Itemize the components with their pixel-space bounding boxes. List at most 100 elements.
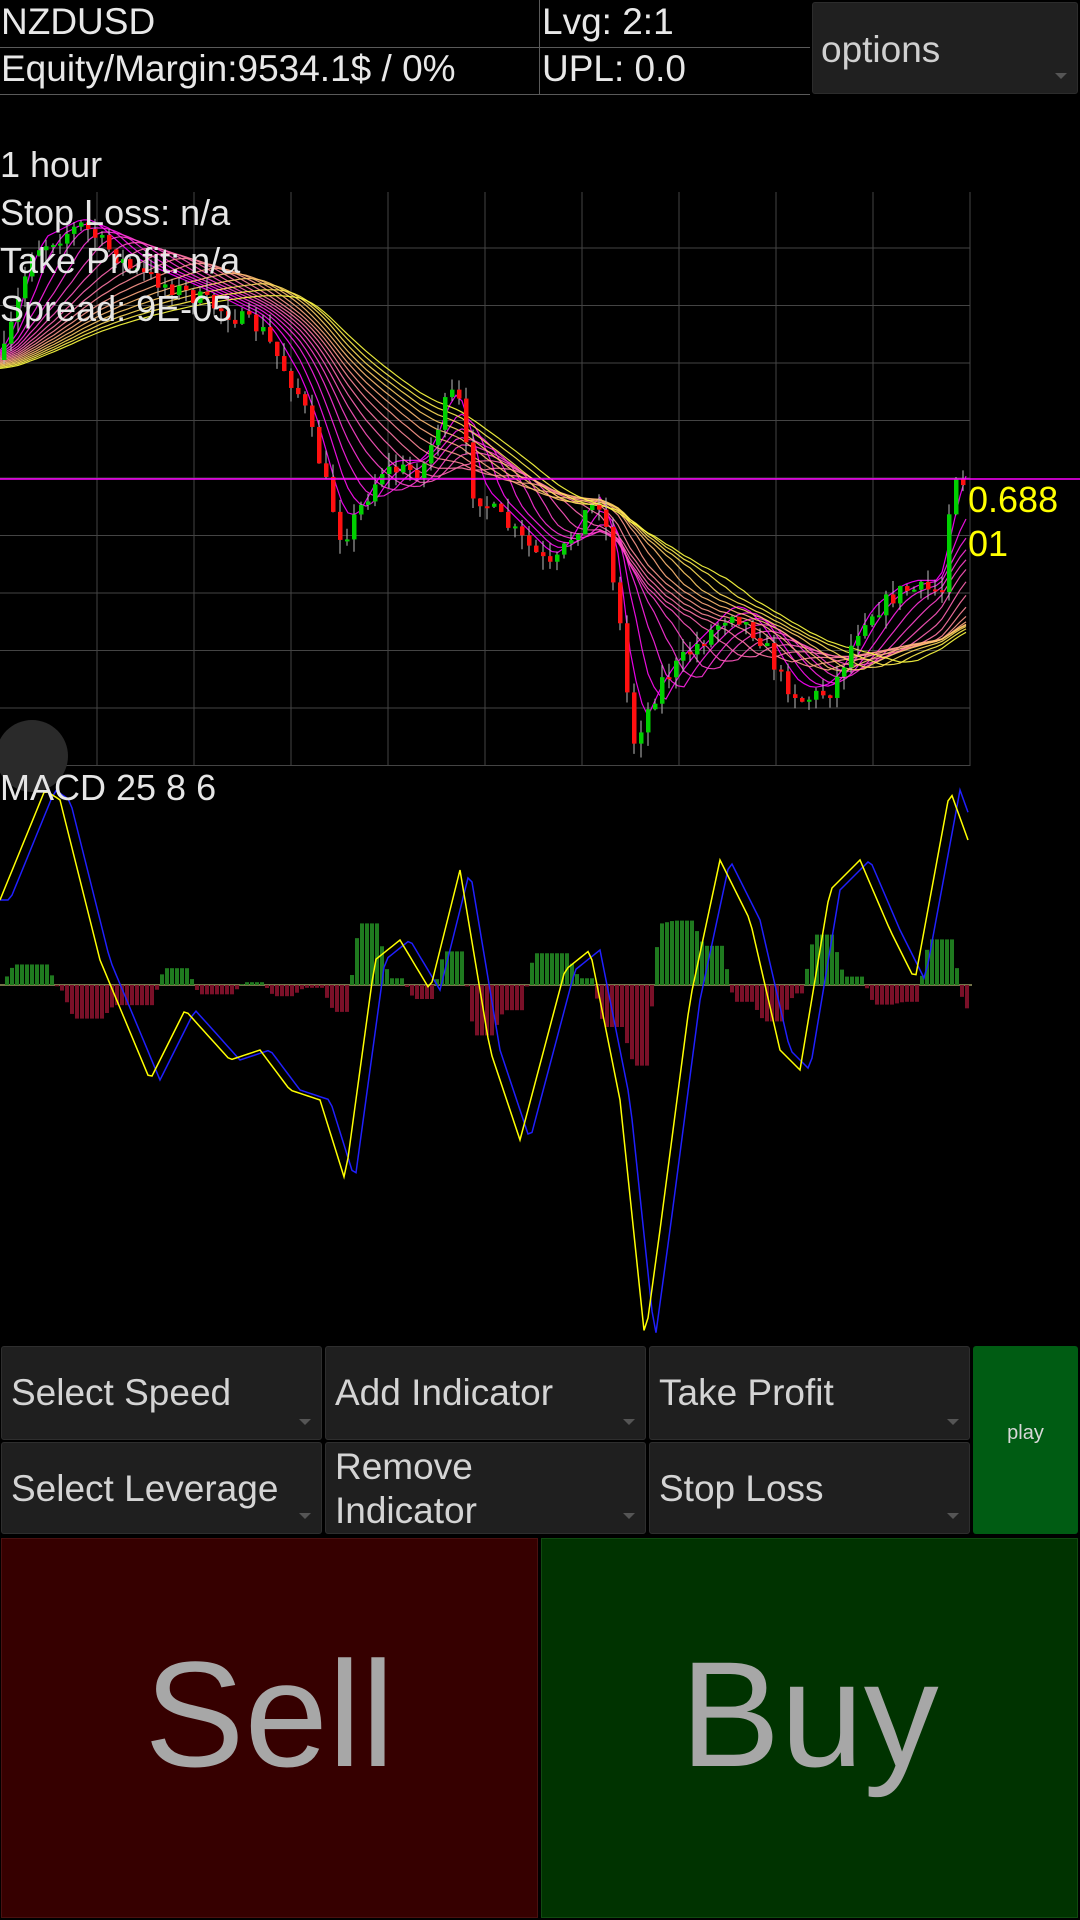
macd-histogram-bar — [70, 985, 74, 1014]
macd-histogram-bar — [235, 985, 239, 990]
candle-body — [345, 539, 350, 542]
candle-body — [100, 235, 105, 238]
candle-body — [786, 671, 791, 695]
macd-histogram-bar — [640, 985, 644, 1066]
candle-body — [912, 589, 917, 592]
candle-body — [940, 590, 945, 593]
macd-histogram-bar — [535, 953, 539, 985]
candle-body — [639, 732, 644, 744]
macd-histogram-bar — [735, 985, 739, 1002]
macd-histogram-bar — [505, 985, 509, 1011]
macd-line — [0, 791, 969, 1331]
macd-histogram-bar — [350, 975, 354, 985]
candle-body — [856, 635, 861, 646]
candle-body — [303, 394, 308, 406]
macd-histogram-bar — [525, 985, 529, 987]
chevron-down-icon — [299, 1419, 311, 1425]
candle-body — [898, 586, 903, 604]
macd-histogram-bar — [55, 985, 59, 987]
macd-histogram-bar — [805, 968, 809, 985]
macd-histogram-bar — [430, 985, 434, 999]
candle-body — [464, 398, 469, 443]
ma-ribbon-line — [0, 289, 967, 666]
select-speed-label: Select Speed — [11, 1372, 232, 1413]
macd-histogram-bar — [10, 967, 14, 985]
macd-histogram-bar — [650, 985, 654, 1007]
select-leverage-dropdown[interactable]: Select Leverage — [1, 1442, 322, 1534]
macd-histogram-bar — [945, 939, 949, 985]
macd-histogram-bar — [915, 985, 919, 1002]
candle-body — [499, 503, 504, 512]
macd-histogram-bar — [950, 939, 954, 985]
candle-body — [331, 476, 336, 512]
stop-loss-dropdown[interactable]: Stop Loss — [649, 1442, 970, 1534]
candle-body — [541, 552, 546, 557]
candle-body — [744, 622, 749, 625]
candle-body — [492, 503, 497, 507]
macd-histogram-bar — [35, 964, 39, 985]
stop-loss-label: Stop Loss — [659, 1468, 824, 1509]
macd-histogram-bar — [895, 985, 899, 1004]
candle-body — [387, 466, 392, 475]
macd-histogram-bar — [465, 985, 469, 987]
candle-body — [807, 699, 812, 702]
macd-histogram-bar — [855, 976, 859, 985]
candle-body — [919, 581, 924, 590]
buy-button[interactable]: Buy — [541, 1538, 1078, 1918]
candle-body — [520, 526, 525, 536]
candle-body — [695, 643, 700, 655]
candle-body — [590, 505, 595, 511]
macd-signal-line — [0, 787, 969, 1333]
spread-info: Spread: 9E-05 — [0, 288, 233, 329]
macd-histogram-bar — [575, 974, 579, 985]
candle-body — [961, 479, 966, 486]
candle-body — [450, 389, 455, 398]
macd-histogram-bar — [175, 968, 179, 985]
macd-histogram-bar — [795, 985, 799, 994]
candle-body — [653, 703, 658, 710]
macd-histogram-bar — [130, 985, 134, 1006]
macd-histogram-bar — [15, 964, 19, 985]
macd-histogram-bar — [590, 978, 594, 985]
play-button[interactable]: play — [973, 1346, 1078, 1534]
macd-histogram-bar — [390, 978, 394, 985]
candle-body — [625, 623, 630, 693]
candle-body — [268, 327, 273, 342]
sell-button[interactable]: Sell — [1, 1538, 538, 1918]
macd-histogram-bar — [900, 985, 904, 1003]
macd-histogram-bar — [25, 964, 29, 985]
macd-histogram-bar — [185, 968, 189, 985]
add-indicator-dropdown[interactable]: Add Indicator — [325, 1346, 646, 1440]
macd-histogram-bar — [340, 985, 344, 1012]
macd-histogram-bar — [250, 982, 254, 985]
macd-histogram-bar — [50, 975, 54, 985]
candle-body — [597, 505, 602, 510]
macd-histogram-bar — [305, 985, 309, 988]
macd-histogram-bar — [910, 985, 914, 1002]
macd-histogram-bar — [680, 920, 684, 985]
candle-body — [247, 311, 252, 315]
macd-histogram-bar — [885, 985, 889, 1005]
remove-indicator-dropdown[interactable]: Remove Indicator — [325, 1442, 646, 1534]
macd-histogram-bar — [580, 978, 584, 985]
macd-histogram-bar — [835, 952, 839, 985]
macd-histogram-bar — [270, 985, 274, 994]
candle-body — [534, 545, 539, 553]
macd-histogram-bar — [260, 982, 264, 985]
candle-body — [240, 311, 245, 324]
macd-histogram-bar — [5, 976, 9, 985]
macd-histogram-bar — [95, 985, 99, 1019]
macd-histogram-bar — [225, 985, 229, 995]
macd-histogram-bar — [195, 985, 199, 990]
macd-histogram-bar — [405, 985, 409, 987]
macd-histogram-bar — [840, 969, 844, 985]
macd-histogram-bar — [190, 979, 194, 985]
candle-body — [583, 510, 588, 535]
macd-histogram-bar — [500, 985, 504, 1015]
candle-body — [289, 370, 294, 388]
select-speed-dropdown[interactable]: Select Speed — [1, 1346, 322, 1440]
take-profit-dropdown[interactable]: Take Profit — [649, 1346, 970, 1440]
macd-histogram-bar — [365, 923, 369, 985]
macd-histogram-bar — [790, 985, 794, 999]
macd-histogram-bar — [635, 985, 639, 1066]
